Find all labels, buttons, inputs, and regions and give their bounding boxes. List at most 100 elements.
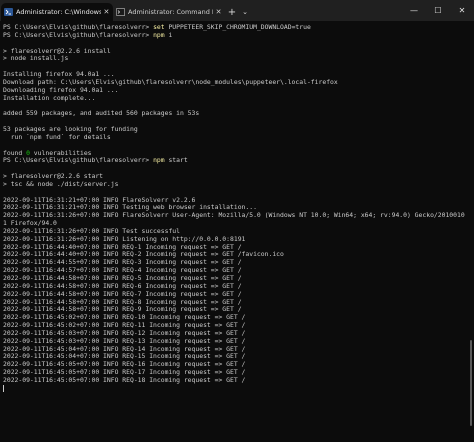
text-cursor <box>3 384 4 392</box>
terminal-text: npm <box>153 31 165 39</box>
terminal-line: 2022-09-11T16:44:58+07:00 INFO REQ-9 Inc… <box>3 306 466 314</box>
terminal-text: Downloading firefox 94.0a1 ... <box>3 86 119 94</box>
terminal-line: 2022-09-11T16:31:26+07:00 INFO Listening… <box>3 236 466 244</box>
terminal-text: > node install.js <box>3 55 69 63</box>
terminal-line: > flaresolverr@2.2.6 start <box>3 173 466 181</box>
scrollbar[interactable] <box>470 340 472 426</box>
terminal-text: PS C:\Users\Elvis\github\flaresolverr> <box>3 24 154 31</box>
tab-label: Administrator: C:\Windows\sy <box>16 8 101 16</box>
terminal-text: 1 Firefox/94.0 <box>3 220 57 228</box>
terminal-text: 2022-09-11T16:44:58+07:00 INFO REQ-8 Inc… <box>3 298 242 306</box>
terminal-line: 2022-09-11T16:44:55+07:00 INFO REQ-3 Inc… <box>3 259 466 267</box>
terminal-line: 2022-09-11T16:45:02+07:00 INFO REQ-10 In… <box>3 314 466 322</box>
terminal-text: PS C:\Users\Elvis\github\flaresolverr> <box>3 31 154 39</box>
terminal-text: Download path: C:\Users\Elvis\github\fla… <box>3 78 338 86</box>
terminal-text: > tsc && node ./dist/server.js <box>3 180 119 188</box>
terminal-text: 2022-09-11T16:31:26+07:00 INFO Listening… <box>3 235 246 243</box>
tab-command-prompt[interactable]: Administrator: Command Prom ✕ <box>113 3 225 21</box>
terminal-text: 2022-09-11T16:45:05+07:00 INFO REQ-18 In… <box>3 376 246 384</box>
terminal-text: 2022-09-11T16:44:55+07:00 INFO REQ-3 Inc… <box>3 259 242 267</box>
terminal-line: > tsc && node ./dist/server.js <box>3 181 466 189</box>
terminal-text: 53 packages are looking for funding <box>3 125 138 133</box>
terminal-line: 2022-09-11T16:45:03+07:00 INFO REQ-13 In… <box>3 338 466 346</box>
chevron-down-icon[interactable]: ⌄ <box>239 3 251 21</box>
terminal-line: 2022-09-11T16:31:21+07:00 INFO Testing w… <box>3 204 466 212</box>
terminal-line: found 0 vulnerabilities <box>3 150 466 158</box>
title-bar: Administrator: C:\Windows\sy ✕ Administr… <box>0 0 474 21</box>
window-controls: — ☐ ✕ <box>402 0 474 21</box>
terminal-text: 2022-09-11T16:44:58+07:00 INFO REQ-6 Inc… <box>3 282 242 290</box>
terminal-line: 2022-09-11T16:44:58+07:00 INFO REQ-7 Inc… <box>3 291 466 299</box>
terminal-text: i <box>164 31 173 39</box>
terminal-line: Installation complete... <box>3 95 466 103</box>
terminal-line: PS C:\Users\Elvis\github\flaresolverr> n… <box>3 157 466 165</box>
terminal-text: 2022-09-11T16:31:21+07:00 INFO Testing w… <box>3 204 257 212</box>
terminal-line: 2022-09-11T16:31:26+07:00 INFO FlareSolv… <box>3 212 466 220</box>
terminal-text: set <box>153 24 165 31</box>
terminal-text: 2022-09-11T16:45:02+07:00 INFO REQ-11 In… <box>3 322 246 330</box>
terminal-line: 2022-09-11T16:44:58+07:00 INFO REQ-6 Inc… <box>3 283 466 291</box>
terminal-window: Administrator: C:\Windows\sy ✕ Administr… <box>0 0 474 442</box>
close-tab-icon[interactable]: ✕ <box>103 8 110 16</box>
maximize-button[interactable]: ☐ <box>426 0 450 21</box>
terminal-text: Installing firefox 94.0a1 ... <box>3 71 115 79</box>
terminal-text: start <box>164 157 188 165</box>
terminal-text: 2022-09-11T16:44:40+07:00 INFO REQ-1 Inc… <box>3 243 242 251</box>
terminal-line: Installing firefox 94.0a1 ... <box>3 71 466 79</box>
terminal-line: 2022-09-11T16:44:57+07:00 INFO REQ-4 Inc… <box>3 267 466 275</box>
terminal-text: 2022-09-11T16:44:58+07:00 INFO REQ-9 Inc… <box>3 306 242 314</box>
terminal-text: found <box>3 149 27 157</box>
close-button[interactable]: ✕ <box>450 0 474 21</box>
terminal-line: 2022-09-11T16:44:58+07:00 INFO REQ-8 Inc… <box>3 299 466 307</box>
terminal-line: 2022-09-11T16:45:05+07:00 INFO REQ-18 In… <box>3 377 466 385</box>
terminal-icon <box>4 8 13 16</box>
terminal-line: 2022-09-11T16:45:02+07:00 INFO REQ-11 In… <box>3 322 466 330</box>
close-tab-icon[interactable]: ✕ <box>215 8 222 16</box>
terminal-line: PS C:\Users\Elvis\github\flaresolverr> s… <box>3 24 466 32</box>
terminal-line: 1 Firefox/94.0 <box>3 220 466 228</box>
tab-label: Administrator: Command Prom <box>128 8 213 16</box>
terminal-text: 2022-09-11T16:44:58+07:00 INFO REQ-5 Inc… <box>3 275 242 282</box>
terminal-line: run `npm fund` for details <box>3 134 466 142</box>
terminal-text: 2022-09-11T16:31:26+07:00 INFO Test succ… <box>3 227 180 235</box>
terminal-text: 2022-09-11T16:45:04+07:00 INFO REQ-15 In… <box>3 353 246 361</box>
terminal-line: 2022-09-11T16:44:58+07:00 INFO REQ-5 Inc… <box>3 275 466 283</box>
terminal-text: PS C:\Users\Elvis\github\flaresolverr> <box>3 157 154 165</box>
terminal-text: > flaresolverr@2.2.6 install <box>3 47 111 55</box>
terminal-line: > node install.js <box>3 55 466 63</box>
terminal-text: 2022-09-11T16:44:57+07:00 INFO REQ-4 Inc… <box>3 267 242 275</box>
terminal-text: 2022-09-11T16:31:21+07:00 INFO FlareSolv… <box>3 196 196 204</box>
terminal-line: 2022-09-11T16:45:05+07:00 INFO REQ-17 In… <box>3 369 466 377</box>
terminal-line: 2022-09-11T16:45:04+07:00 INFO REQ-15 In… <box>3 353 466 361</box>
terminal-line: 2022-09-11T16:45:04+07:00 INFO REQ-14 In… <box>3 346 466 354</box>
terminal-text: 2022-09-11T16:45:02+07:00 INFO REQ-10 In… <box>3 314 246 322</box>
terminal-output[interactable]: PS C:\Users\Elvis\github\flaresolverr> s… <box>0 21 466 442</box>
terminal-line: 53 packages are looking for funding <box>3 126 466 134</box>
terminal-text: 2022-09-11T16:45:03+07:00 INFO REQ-13 In… <box>3 337 246 345</box>
terminal-text: 2022-09-11T16:31:26+07:00 INFO FlareSolv… <box>3 212 465 220</box>
terminal-text: 2022-09-11T16:45:04+07:00 INFO REQ-14 In… <box>3 345 246 353</box>
terminal-cursor-line <box>3 384 466 393</box>
terminal-text: PUPPETEER_SKIP_CHROMIUM_DOWNLOAD=true <box>164 24 311 31</box>
terminal-text: run `npm fund` for details <box>3 133 111 141</box>
terminal-line: 2022-09-11T16:45:05+07:00 INFO REQ-16 In… <box>3 361 466 369</box>
minimize-button[interactable]: — <box>402 0 426 21</box>
terminal-line: Download path: C:\Users\Elvis\github\fla… <box>3 79 466 87</box>
terminal-text: added 559 packages, and audited 560 pack… <box>3 110 200 118</box>
cmd-icon <box>116 8 125 16</box>
tab-powershell[interactable]: Administrator: C:\Windows\sy ✕ <box>1 3 113 21</box>
terminal-line: 2022-09-11T16:45:03+07:00 INFO REQ-12 In… <box>3 330 466 338</box>
terminal-line: 2022-09-11T16:31:21+07:00 INFO FlareSolv… <box>3 197 466 205</box>
new-tab-button[interactable]: + <box>225 3 239 21</box>
terminal-line: > flaresolverr@2.2.6 install <box>3 48 466 56</box>
terminal-text: 2022-09-11T16:44:40+07:00 INFO REQ-2 Inc… <box>3 251 284 259</box>
terminal-text: 2022-09-11T16:44:58+07:00 INFO REQ-7 Inc… <box>3 290 242 298</box>
terminal-text: npm <box>153 157 165 165</box>
terminal-text: 2022-09-11T16:45:03+07:00 INFO REQ-12 In… <box>3 329 246 337</box>
terminal-line: added 559 packages, and audited 560 pack… <box>3 110 466 118</box>
